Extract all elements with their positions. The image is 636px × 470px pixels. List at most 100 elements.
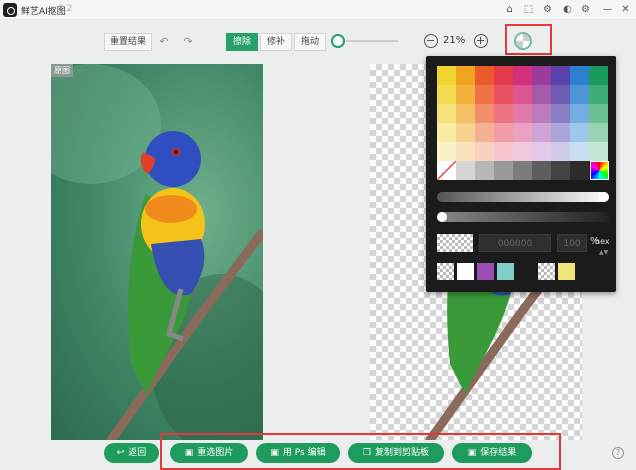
mode-switch-icon[interactable]: ▲▼: [599, 249, 608, 256]
brush-size-slider[interactable]: [346, 40, 398, 42]
theme-toggle-icon[interactable]: ◐: [561, 3, 574, 16]
lightness-slider[interactable]: [437, 192, 609, 202]
palette-swatch[interactable]: [532, 104, 551, 123]
gray-swatch[interactable]: [570, 161, 589, 180]
back-button[interactable]: ↩ 返回: [104, 443, 159, 463]
home-icon[interactable]: ⌂: [503, 3, 516, 16]
recent-swatch-teal[interactable]: [497, 263, 514, 280]
palette-swatch[interactable]: [475, 66, 494, 85]
brush-size-slider-knob[interactable]: [331, 34, 345, 48]
app-logo-icon: [3, 3, 17, 17]
original-tag: 原图: [51, 64, 73, 77]
palette-swatch[interactable]: [475, 142, 494, 161]
recent-swatch-transparent[interactable]: [437, 263, 454, 280]
palette-swatch[interactable]: [475, 123, 494, 142]
palette-swatch[interactable]: [437, 85, 456, 104]
opacity-slider-knob[interactable]: [437, 212, 447, 222]
recent-swatch-white[interactable]: [457, 263, 474, 280]
hex-input[interactable]: 000000: [479, 234, 551, 252]
recent-swatch-yellow[interactable]: [558, 263, 575, 280]
redo-icon[interactable]: ↷: [178, 33, 198, 51]
hex-mode-label[interactable]: hex: [595, 237, 610, 246]
palette-swatch[interactable]: [589, 104, 608, 123]
palette-swatch[interactable]: [456, 123, 475, 142]
close-icon[interactable]: ✕: [619, 3, 632, 16]
palette-swatch[interactable]: [589, 123, 608, 142]
palette-swatch[interactable]: [456, 85, 475, 104]
custom-color-wheel-icon[interactable]: [590, 161, 609, 180]
palette-swatch[interactable]: [570, 104, 589, 123]
palette-swatch[interactable]: [494, 85, 513, 104]
palette-swatch[interactable]: [532, 142, 551, 161]
zoom-in-icon[interactable]: [474, 34, 488, 48]
palette-swatch[interactable]: [532, 123, 551, 142]
palette-swatch[interactable]: [532, 85, 551, 104]
palette-swatch[interactable]: [513, 85, 532, 104]
no-color-swatch[interactable]: [437, 161, 456, 180]
erase-mode-button[interactable]: 擦除: [226, 33, 258, 51]
palette-swatch[interactable]: [551, 104, 570, 123]
palette-swatch[interactable]: [513, 104, 532, 123]
palette-swatch[interactable]: [437, 104, 456, 123]
lightness-slider-knob[interactable]: [599, 192, 609, 202]
color-preview: [437, 234, 473, 252]
parrot-photo: [51, 64, 263, 440]
color-picker-popup: 000000 100 % hex ▲▼: [426, 56, 616, 292]
palette-swatch[interactable]: [513, 142, 532, 161]
palette-swatch[interactable]: [570, 66, 589, 85]
opacity-slider[interactable]: [437, 212, 609, 222]
recent-swatch-transparent-2[interactable]: [538, 263, 555, 280]
gray-swatch-row: [437, 161, 589, 180]
palette-swatch[interactable]: [551, 123, 570, 142]
palette-swatch[interactable]: [437, 142, 456, 161]
zoom-level: 21%: [443, 35, 466, 46]
gray-swatch[interactable]: [475, 161, 494, 180]
palette-swatch[interactable]: [475, 85, 494, 104]
back-label: 返回: [128, 448, 147, 458]
title-bar: 鲜艺AI抠图 2.2 ⌂ ⬚ ⚙ ◐ ⚙ — ✕: [0, 0, 636, 20]
palette-swatch[interactable]: [589, 142, 608, 161]
gray-swatch[interactable]: [532, 161, 551, 180]
original-image: [51, 64, 263, 440]
palette-swatch[interactable]: [456, 66, 475, 85]
gray-swatch[interactable]: [494, 161, 513, 180]
back-arrow-icon: ↩: [116, 448, 125, 458]
color-palette-grid: [437, 66, 608, 161]
recent-swatch-purple[interactable]: [477, 263, 494, 280]
minimize-icon[interactable]: —: [601, 3, 614, 16]
palette-swatch[interactable]: [494, 104, 513, 123]
palette-swatch[interactable]: [456, 104, 475, 123]
help-icon[interactable]: ?: [612, 447, 624, 459]
gray-swatch[interactable]: [456, 161, 475, 180]
palette-swatch[interactable]: [570, 142, 589, 161]
palette-swatch[interactable]: [456, 142, 475, 161]
zoom-out-icon[interactable]: [424, 34, 438, 48]
palette-swatch[interactable]: [475, 104, 494, 123]
palette-swatch[interactable]: [532, 66, 551, 85]
gear-icon[interactable]: ⚙: [579, 3, 592, 16]
palette-swatch[interactable]: [513, 66, 532, 85]
palette-swatch[interactable]: [513, 123, 532, 142]
highlight-box-actions: [160, 433, 561, 470]
palette-swatch[interactable]: [437, 66, 456, 85]
palette-swatch[interactable]: [494, 66, 513, 85]
palette-swatch[interactable]: [570, 85, 589, 104]
palette-swatch[interactable]: [551, 85, 570, 104]
settings-cog-icon[interactable]: ⚙: [541, 3, 554, 16]
undo-icon[interactable]: ↶: [154, 33, 174, 51]
palette-swatch[interactable]: [551, 142, 570, 161]
palette-swatch[interactable]: [494, 123, 513, 142]
repair-mode-button[interactable]: 修补: [260, 33, 292, 51]
palette-swatch[interactable]: [589, 85, 608, 104]
palette-swatch[interactable]: [551, 66, 570, 85]
palette-swatch[interactable]: [494, 142, 513, 161]
palette-swatch[interactable]: [589, 66, 608, 85]
palette-swatch[interactable]: [570, 123, 589, 142]
gray-swatch[interactable]: [551, 161, 570, 180]
puzzle-icon[interactable]: ⬚: [522, 3, 535, 16]
gray-swatch[interactable]: [513, 161, 532, 180]
reset-result-button[interactable]: 重置结果: [104, 33, 152, 51]
opacity-input[interactable]: 100: [557, 234, 587, 252]
palette-swatch[interactable]: [437, 123, 456, 142]
drag-mode-button[interactable]: 拖动: [294, 33, 326, 51]
